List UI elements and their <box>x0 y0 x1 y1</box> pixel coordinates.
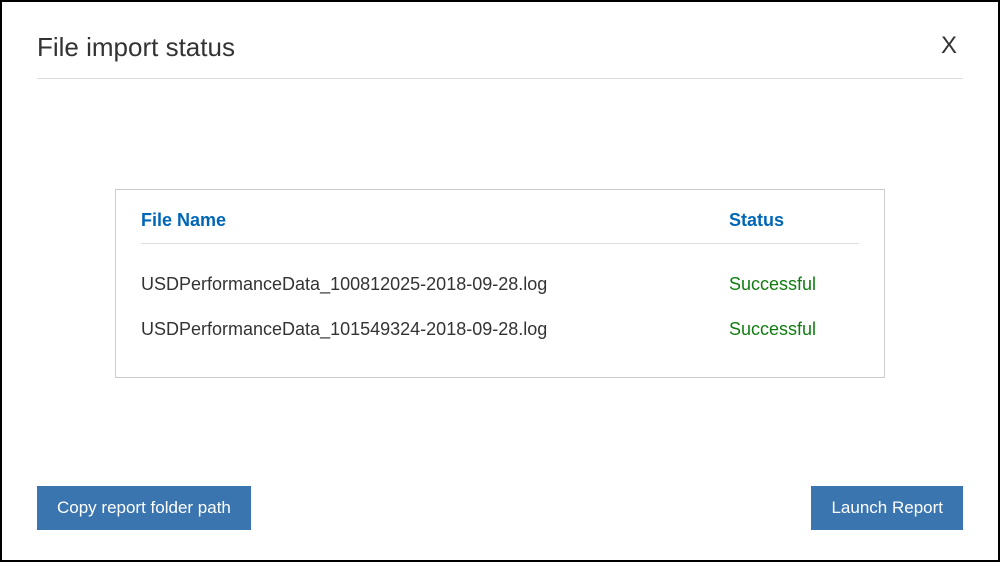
cell-status: Successful <box>729 274 859 295</box>
table-row: USDPerformanceData_101549324-2018-09-28.… <box>141 307 859 352</box>
cell-status: Successful <box>729 319 859 340</box>
table-header-row: File Name Status <box>141 210 859 244</box>
column-header-filename: File Name <box>141 210 729 231</box>
column-header-status: Status <box>729 210 859 231</box>
dialog-header: File import status X <box>37 32 963 79</box>
close-button[interactable]: X <box>935 32 963 60</box>
launch-report-button[interactable]: Launch Report <box>811 486 963 530</box>
cell-filename: USDPerformanceData_101549324-2018-09-28.… <box>141 319 729 340</box>
dialog-title: File import status <box>37 32 235 63</box>
file-status-table: File Name Status USDPerformanceData_1008… <box>115 189 885 378</box>
dialog-content: File Name Status USDPerformanceData_1008… <box>37 79 963 476</box>
table-row: USDPerformanceData_100812025-2018-09-28.… <box>141 262 859 307</box>
file-import-status-dialog: File import status X File Name Status US… <box>2 2 998 560</box>
cell-filename: USDPerformanceData_100812025-2018-09-28.… <box>141 274 729 295</box>
copy-report-folder-path-button[interactable]: Copy report folder path <box>37 486 251 530</box>
dialog-footer: Copy report folder path Launch Report <box>37 476 963 530</box>
